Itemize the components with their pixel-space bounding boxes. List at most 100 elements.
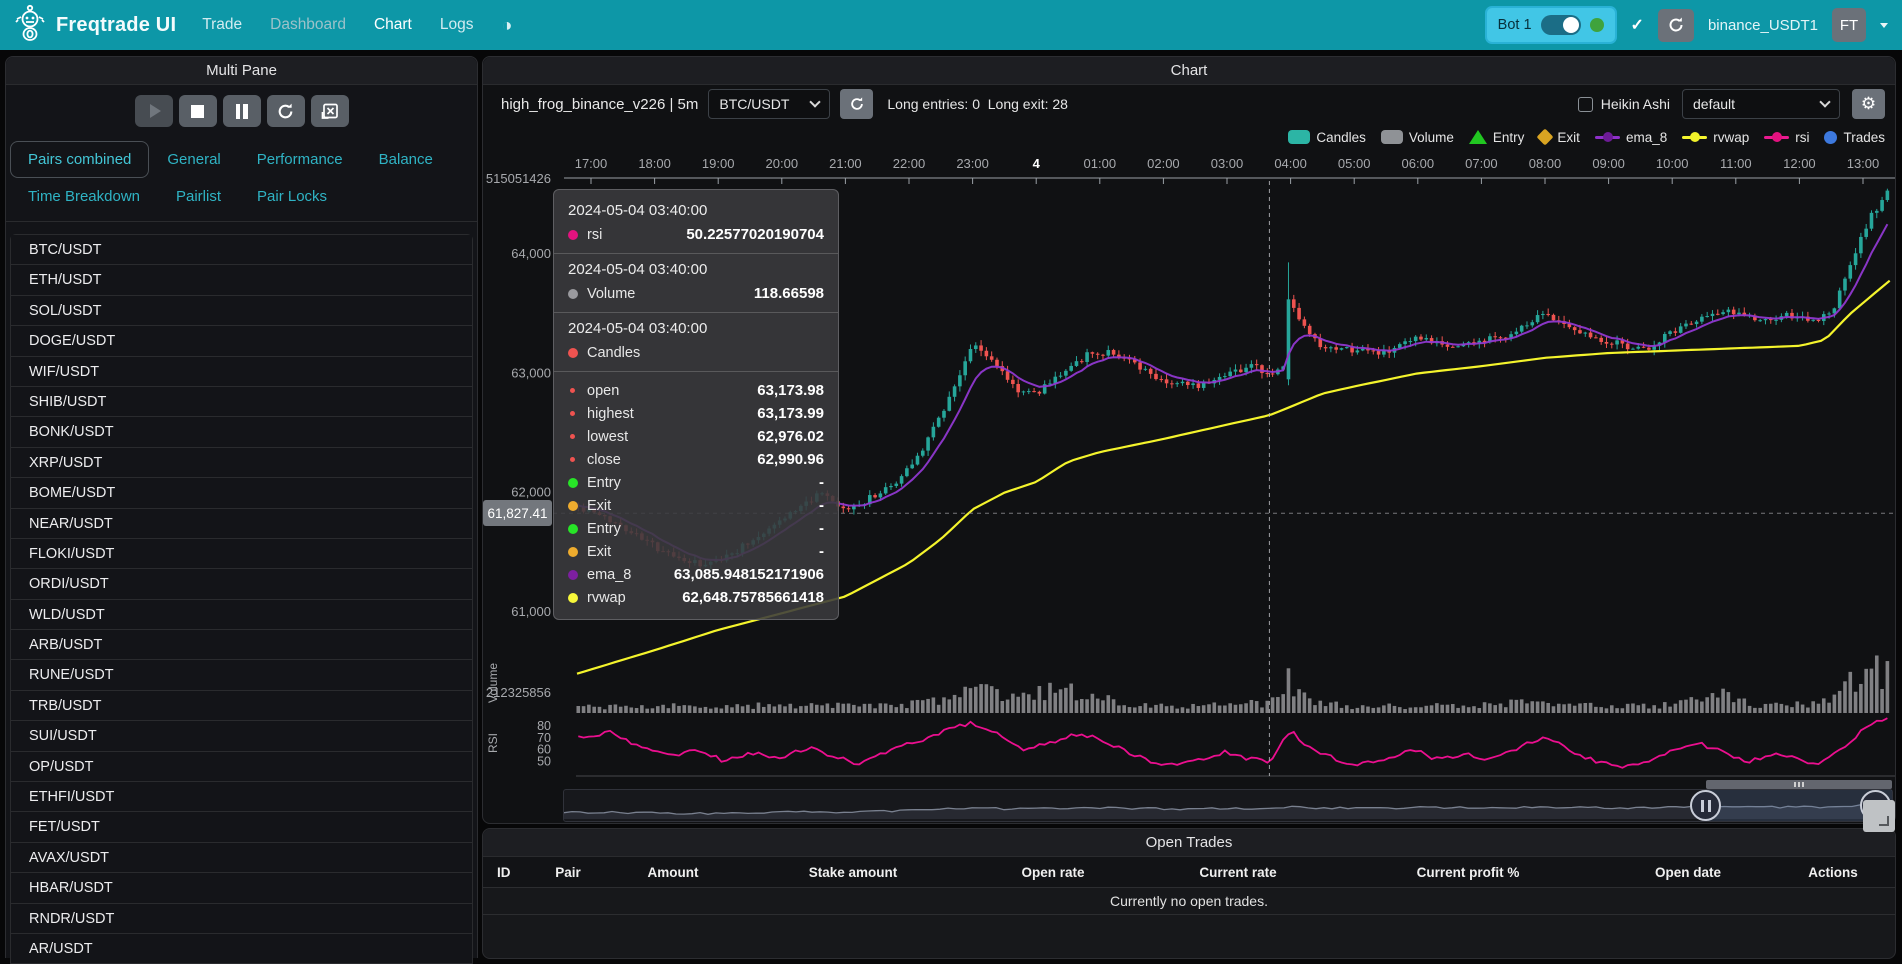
legend-label: Entry bbox=[1493, 130, 1525, 145]
resize-grip[interactable] bbox=[1863, 800, 1895, 832]
pair-list-item-op[interactable]: OP/USDT bbox=[11, 752, 472, 782]
column-current-profit-[interactable]: Current profit % bbox=[1333, 865, 1603, 880]
legend-label: Candles bbox=[1316, 130, 1366, 145]
entry-triangle-icon bbox=[1469, 130, 1487, 144]
pair-select[interactable]: BTC/USDT bbox=[708, 89, 830, 119]
pair-list-item-fet[interactable]: FET/USDT bbox=[11, 812, 472, 842]
pair-list-item-ar[interactable]: AR/USDT bbox=[11, 934, 472, 964]
strategy-label: high_frog_binance_v226 | 5m bbox=[501, 96, 698, 113]
navbar: Freqtrade UI Trade Dashboard Chart Logs ◑ B… bbox=[0, 0, 1902, 50]
bot-toggle[interactable] bbox=[1541, 15, 1581, 35]
column-id[interactable]: ID bbox=[483, 865, 533, 880]
datazoom-slider[interactable] bbox=[563, 789, 1893, 822]
legend-item-exit[interactable]: Exit bbox=[1539, 130, 1580, 145]
chevron-down-icon[interactable] bbox=[1880, 23, 1888, 28]
pair-list-item-floki[interactable]: FLOKI/USDT bbox=[11, 539, 472, 569]
bot-selector-chip[interactable]: Bot 1 bbox=[1485, 6, 1617, 44]
svg-text:63,000: 63,000 bbox=[511, 365, 551, 380]
refresh-icon bbox=[849, 96, 865, 112]
plot-settings-button[interactable]: ⚙ bbox=[1852, 89, 1885, 119]
pair-list-item-trb[interactable]: TRB/USDT bbox=[11, 691, 472, 721]
pair-list-item-bonk[interactable]: BONK/USDT bbox=[11, 417, 472, 447]
legend-item-ema_8[interactable]: ema_8 bbox=[1595, 130, 1667, 145]
pair-list-item-near[interactable]: NEAR/USDT bbox=[11, 509, 472, 539]
theme-toggle-icon[interactable]: ◑ bbox=[501, 15, 512, 36]
nav-link-logs[interactable]: Logs bbox=[440, 16, 474, 34]
pair-list-item-sol[interactable]: SOL/USDT bbox=[11, 296, 472, 326]
pair-list-item-hbar[interactable]: HBAR/USDT bbox=[11, 873, 472, 903]
svg-text:06:00: 06:00 bbox=[1402, 156, 1435, 171]
global-refresh-button[interactable] bbox=[1658, 9, 1694, 42]
chart-canvas[interactable]: 17:0018:0019:0020:0021:0022:0023:00401:0… bbox=[483, 151, 1895, 825]
nav-link-chart[interactable]: Chart bbox=[374, 16, 412, 34]
exit-diamond-icon bbox=[1537, 129, 1554, 146]
pair-list-item-rndr[interactable]: RNDR/USDT bbox=[11, 904, 472, 934]
chart-legend: Candles Volume Entry Exit ema_8 rvwap rsi Trade… bbox=[1288, 125, 1885, 149]
pair-list-item-arb[interactable]: ARB/USDT bbox=[11, 630, 472, 660]
open-trades-title: Open Trades bbox=[483, 829, 1895, 857]
column-current-rate[interactable]: Current rate bbox=[1143, 865, 1333, 880]
tab-pairlist[interactable]: Pairlist bbox=[158, 178, 239, 215]
nav-link-trade[interactable]: Trade bbox=[202, 16, 242, 34]
legend-item-entry[interactable]: Entry bbox=[1469, 130, 1525, 145]
chart-toolbar: high_frog_binance_v226 | 5m BTC/USDT Lon… bbox=[483, 86, 1895, 122]
column-open-rate[interactable]: Open rate bbox=[963, 865, 1143, 880]
column-pair[interactable]: Pair bbox=[533, 865, 603, 880]
pause-button[interactable] bbox=[223, 95, 261, 127]
tab-time-breakdown[interactable]: Time Breakdown bbox=[10, 178, 158, 215]
heikin-ashi-label: Heikin Ashi bbox=[1601, 96, 1670, 112]
svg-text:01:00: 01:00 bbox=[1084, 156, 1117, 171]
pair-list-item-rune[interactable]: RUNE/USDT bbox=[11, 660, 472, 690]
pair-list-item-wld[interactable]: WLD/USDT bbox=[11, 600, 472, 630]
tab-general[interactable]: General bbox=[149, 141, 238, 178]
pair-list-item-eth[interactable]: ETH/USDT bbox=[11, 265, 472, 295]
tab-performance[interactable]: Performance bbox=[239, 141, 361, 178]
tab-pairs-combined[interactable]: Pairs combined bbox=[10, 141, 149, 178]
tab-pair-locks[interactable]: Pair Locks bbox=[239, 178, 345, 215]
pane-controls bbox=[6, 95, 477, 127]
candles-swatch-icon bbox=[1288, 130, 1310, 144]
heikin-ashi-checkbox[interactable] bbox=[1578, 97, 1593, 112]
nav-link-dashboard[interactable]: Dashboard bbox=[270, 16, 346, 34]
column-open-date[interactable]: Open date bbox=[1603, 865, 1773, 880]
column-actions[interactable]: Actions bbox=[1773, 865, 1893, 880]
pair-list-item-avax[interactable]: AVAX/USDT bbox=[11, 843, 472, 873]
pair-list-item-wif[interactable]: WIF/USDT bbox=[11, 357, 472, 387]
tab-balance[interactable]: Balance bbox=[361, 141, 451, 178]
column-stake-amount[interactable]: Stake amount bbox=[743, 865, 963, 880]
refresh-button[interactable] bbox=[267, 95, 305, 127]
pair-list-item-bome[interactable]: BOME/USDT bbox=[11, 478, 472, 508]
pair-list-item-sui[interactable]: SUI/USDT bbox=[11, 721, 472, 751]
pair-list: BTC/USDTETH/USDTSOL/USDTDOGE/USDTWIF/USD… bbox=[10, 234, 473, 964]
pair-list-item-btc[interactable]: BTC/USDT bbox=[11, 235, 472, 265]
entry-exit-stats: Long entries: 0 Long exit: 28 bbox=[887, 96, 1068, 112]
avatar[interactable]: FT bbox=[1832, 8, 1866, 42]
svg-text:08:00: 08:00 bbox=[1529, 156, 1562, 171]
bot-name: Bot 1 bbox=[1498, 17, 1532, 33]
datazoom-grip[interactable] bbox=[1706, 780, 1892, 789]
datazoom-left-handle[interactable] bbox=[1690, 790, 1721, 821]
legend-item-rvwap[interactable]: rvwap bbox=[1682, 130, 1749, 145]
legend-item-candles[interactable]: Candles bbox=[1288, 130, 1366, 145]
svg-text:19:00: 19:00 bbox=[702, 156, 735, 171]
volume-swatch-icon bbox=[1381, 130, 1403, 144]
stop-button[interactable] bbox=[179, 95, 217, 127]
svg-text:11:00: 11:00 bbox=[1720, 156, 1752, 171]
legend-item-trades[interactable]: Trades bbox=[1824, 130, 1885, 145]
plot-config-select[interactable]: default bbox=[1682, 89, 1840, 119]
play-button[interactable] bbox=[135, 95, 173, 127]
pair-list-item-doge[interactable]: DOGE/USDT bbox=[11, 326, 472, 356]
pair-list-item-xrp[interactable]: XRP/USDT bbox=[11, 448, 472, 478]
chart-refresh-button[interactable] bbox=[840, 89, 873, 119]
app-title: Freqtrade UI bbox=[56, 14, 176, 37]
pair-list-item-shib[interactable]: SHIB/USDT bbox=[11, 387, 472, 417]
legend-item-rsi[interactable]: rsi bbox=[1764, 130, 1809, 145]
legend-item-volume[interactable]: Volume bbox=[1381, 130, 1454, 145]
rvwap-line-icon bbox=[1682, 132, 1707, 142]
multi-pane-sidebar: Multi Pane Pairs combinedGeneralPerforma… bbox=[5, 56, 478, 958]
clear-chart-button[interactable] bbox=[311, 95, 349, 127]
open-trades-empty-message: Currently no open trades. bbox=[483, 888, 1895, 915]
pair-list-item-ethfi[interactable]: ETHFI/USDT bbox=[11, 782, 472, 812]
pair-list-item-ordi[interactable]: ORDI/USDT bbox=[11, 569, 472, 599]
column-amount[interactable]: Amount bbox=[603, 865, 743, 880]
